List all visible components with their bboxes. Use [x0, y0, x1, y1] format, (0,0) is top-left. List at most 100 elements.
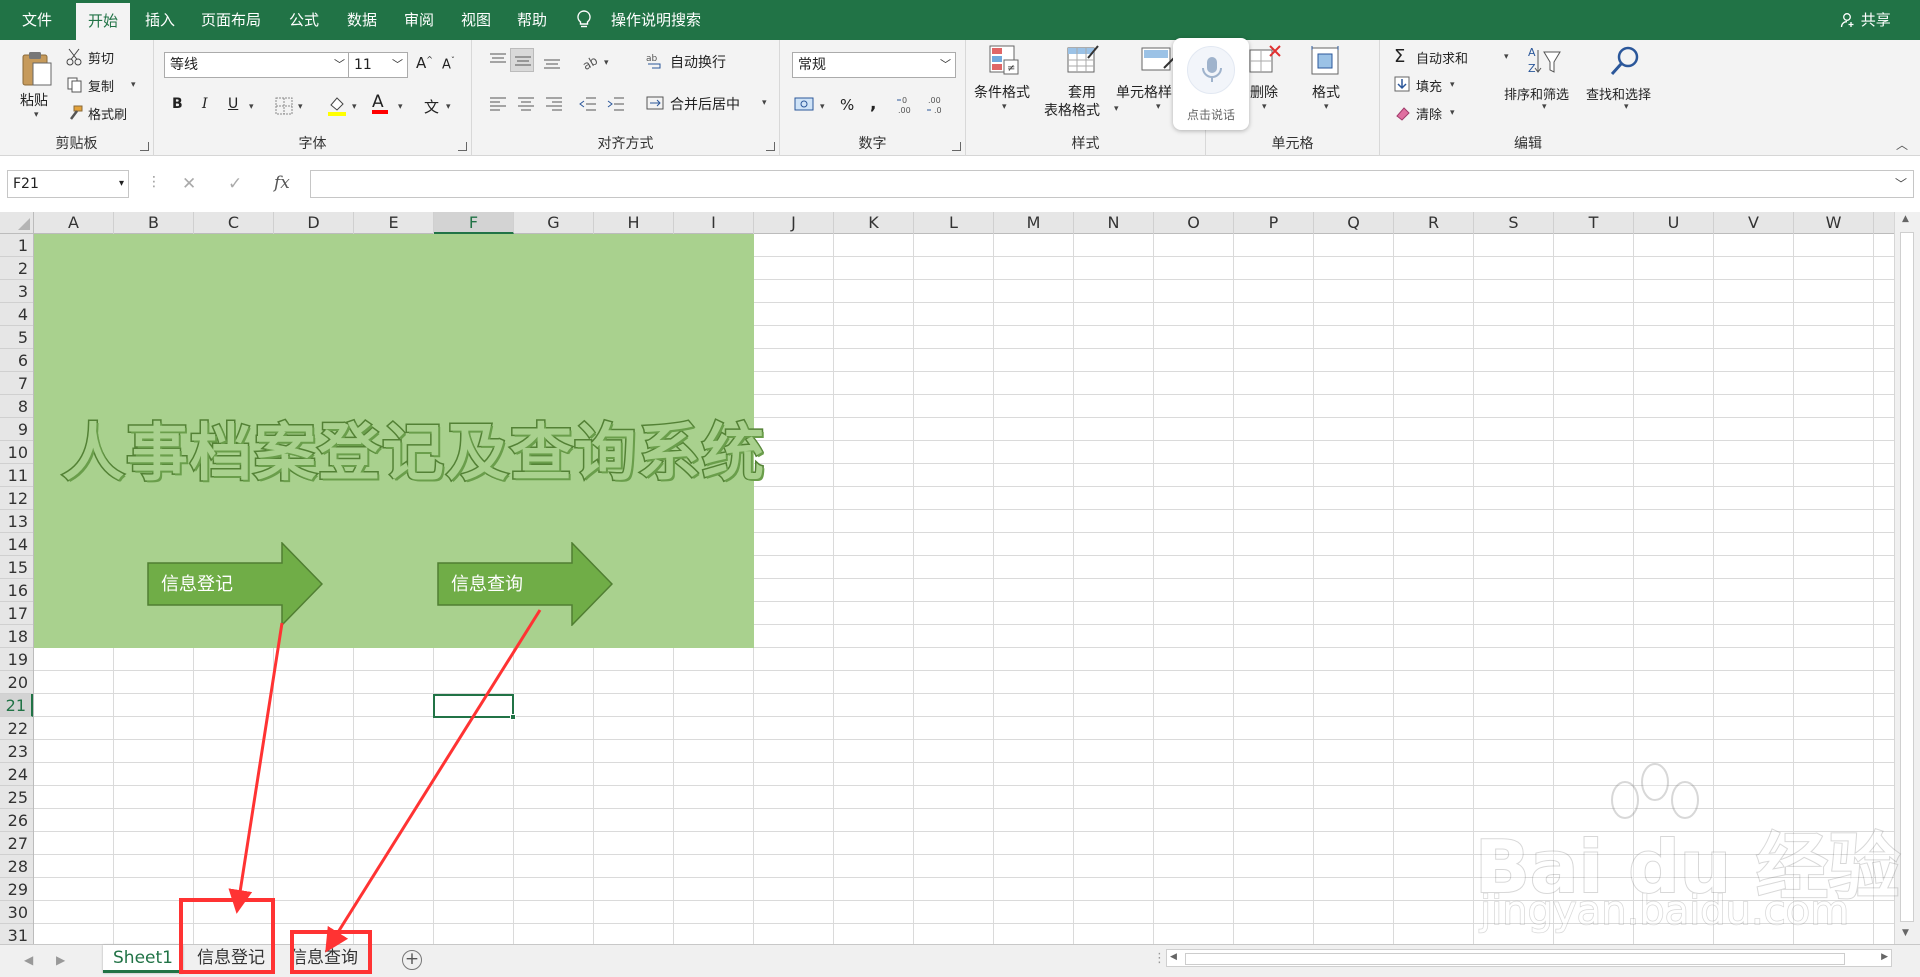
column-header-e[interactable]: E [354, 212, 434, 234]
merge-center-button[interactable]: 合并后居中 ▾ [646, 92, 772, 114]
row-header-18[interactable]: 18 [0, 625, 33, 648]
row-header-19[interactable]: 19 [0, 648, 33, 671]
row-header-3[interactable]: 3 [0, 280, 33, 303]
row-header-12[interactable]: 12 [0, 487, 33, 510]
scroll-tabs-right-icon[interactable]: ▶ [56, 953, 65, 967]
column-header-j[interactable]: J [754, 212, 834, 234]
row-header-1[interactable]: 1 [0, 234, 33, 257]
grow-font-button[interactable]: A^ [416, 54, 433, 72]
increase-indent-icon[interactable] [606, 96, 626, 112]
row-header-10[interactable]: 10 [0, 441, 33, 464]
fill-color-dropdown-icon[interactable]: ▾ [352, 102, 357, 112]
row-header-5[interactable]: 5 [0, 326, 33, 349]
column-header-v[interactable]: V [1714, 212, 1794, 234]
vertical-scroll-thumb[interactable] [1900, 232, 1914, 922]
query-arrow-button[interactable]: 信息查询 [437, 542, 613, 626]
title-banner-shape[interactable]: 人事档案登记及查询系统 [34, 234, 766, 648]
column-header-b[interactable]: B [114, 212, 194, 234]
decrease-decimal-icon[interactable]: .00.0 [926, 94, 950, 116]
format-cells-button[interactable]: 格式 ▾ [1304, 44, 1352, 128]
share-button[interactable]: 共享 [1840, 0, 1891, 40]
column-header-p[interactable]: P [1234, 212, 1314, 234]
row-header-15[interactable]: 15 [0, 556, 33, 579]
scroll-down-icon[interactable]: ▼ [1902, 928, 1909, 938]
align-center-icon[interactable] [516, 96, 536, 112]
scroll-right-icon[interactable]: ▶ [1881, 952, 1888, 962]
row-header-14[interactable]: 14 [0, 533, 33, 556]
phonetic-button[interactable]: 文 [424, 96, 439, 117]
align-middle-button[interactable] [510, 48, 534, 72]
add-sheet-button[interactable]: + [402, 950, 422, 970]
tab-review[interactable]: 审阅 [393, 0, 445, 40]
column-header-u[interactable]: U [1634, 212, 1714, 234]
row-header-11[interactable]: 11 [0, 464, 33, 487]
row-header-21[interactable]: 21 [0, 694, 33, 717]
font-launcher-icon[interactable] [458, 142, 467, 151]
scroll-tabs-left-icon[interactable]: ◀ [24, 953, 33, 967]
horizontal-scroll-thumb[interactable] [1185, 953, 1845, 965]
column-header-f[interactable]: F [434, 212, 514, 234]
column-header-o[interactable]: O [1154, 212, 1234, 234]
phonetic-dropdown-icon[interactable]: ▾ [446, 102, 451, 112]
fill-color-icon[interactable] [326, 94, 348, 116]
borders-icon[interactable] [274, 96, 294, 116]
row-header-9[interactable]: 9 [0, 418, 33, 441]
column-header-s[interactable]: S [1474, 212, 1554, 234]
column-header-c[interactable]: C [194, 212, 274, 234]
row-header-24[interactable]: 24 [0, 763, 33, 786]
tab-page-layout[interactable]: 页面布局 [194, 0, 268, 40]
orientation-icon[interactable]: ab [580, 52, 600, 70]
delete-cells-button[interactable]: 删除 ▾ [1242, 44, 1290, 128]
tab-view[interactable]: 视图 [450, 0, 502, 40]
column-header-l[interactable]: L [914, 212, 994, 234]
tab-formulas[interactable]: 公式 [278, 0, 330, 40]
column-header-g[interactable]: G [514, 212, 594, 234]
decrease-indent-icon[interactable] [578, 96, 598, 112]
align-bottom-icon[interactable] [542, 54, 562, 70]
wrap-text-button[interactable]: ab 自动换行 [646, 50, 756, 72]
format-painter-button[interactable]: 格式刷 [66, 102, 146, 124]
column-header-k[interactable]: K [834, 212, 914, 234]
select-all-corner[interactable] [0, 212, 34, 234]
fill-handle[interactable] [510, 714, 516, 720]
font-color-button[interactable]: A [372, 92, 388, 114]
font-color-dropdown-icon[interactable]: ▾ [398, 102, 403, 112]
column-header-r[interactable]: R [1394, 212, 1474, 234]
column-header-m[interactable]: M [994, 212, 1074, 234]
formula-input[interactable]: ﹀ [310, 170, 1914, 198]
insert-function-icon[interactable]: fx [274, 173, 290, 193]
paste-button[interactable]: 粘贴 ▾ [14, 50, 62, 122]
column-header-a[interactable]: A [34, 212, 114, 234]
row-header-7[interactable]: 7 [0, 372, 33, 395]
bold-button[interactable]: B [172, 96, 183, 112]
find-select-button[interactable]: 查找和选择 ▾ [1586, 44, 1666, 128]
row-header-29[interactable]: 29 [0, 878, 33, 901]
sheet-tab-register[interactable]: 信息登记 [187, 945, 275, 973]
scroll-left-icon[interactable]: ◀ [1170, 952, 1177, 962]
register-arrow-button[interactable]: 信息登记 [147, 542, 323, 626]
column-header-n[interactable]: N [1074, 212, 1154, 234]
name-box-dropdown-icon[interactable]: ▾ [119, 171, 124, 197]
row-header-13[interactable]: 13 [0, 510, 33, 533]
row-header-2[interactable]: 2 [0, 257, 33, 280]
font-name-select[interactable]: 等线 ﹀ [164, 52, 350, 78]
orientation-dropdown-icon[interactable]: ▾ [604, 58, 609, 68]
tab-splitter-icon[interactable]: ⋮ [1153, 951, 1166, 966]
column-header-h[interactable]: H [594, 212, 674, 234]
number-launcher-icon[interactable] [952, 142, 961, 151]
name-box[interactable]: F21 ▾ [7, 170, 129, 198]
row-header-27[interactable]: 27 [0, 832, 33, 855]
percent-style-button[interactable]: % [840, 96, 854, 114]
align-top-icon[interactable] [488, 52, 508, 68]
autosum-button[interactable]: Σ 自动求和 ▾ [1394, 46, 1509, 68]
tab-data[interactable]: 数据 [336, 0, 388, 40]
expand-formula-bar-icon[interactable]: ﹀ [1895, 175, 1907, 192]
format-as-table-button[interactable]: 套用 表格格式 ▾ [1044, 44, 1120, 128]
shrink-font-button[interactable]: Aˇ [442, 56, 455, 72]
alignment-launcher-icon[interactable] [766, 142, 775, 151]
enter-entry-icon[interactable]: ✓ [228, 174, 242, 194]
row-header-30[interactable]: 30 [0, 901, 33, 924]
active-cell-f21[interactable] [433, 694, 516, 720]
tab-insert[interactable]: 插入 [134, 0, 186, 40]
row-header-20[interactable]: 20 [0, 671, 33, 694]
